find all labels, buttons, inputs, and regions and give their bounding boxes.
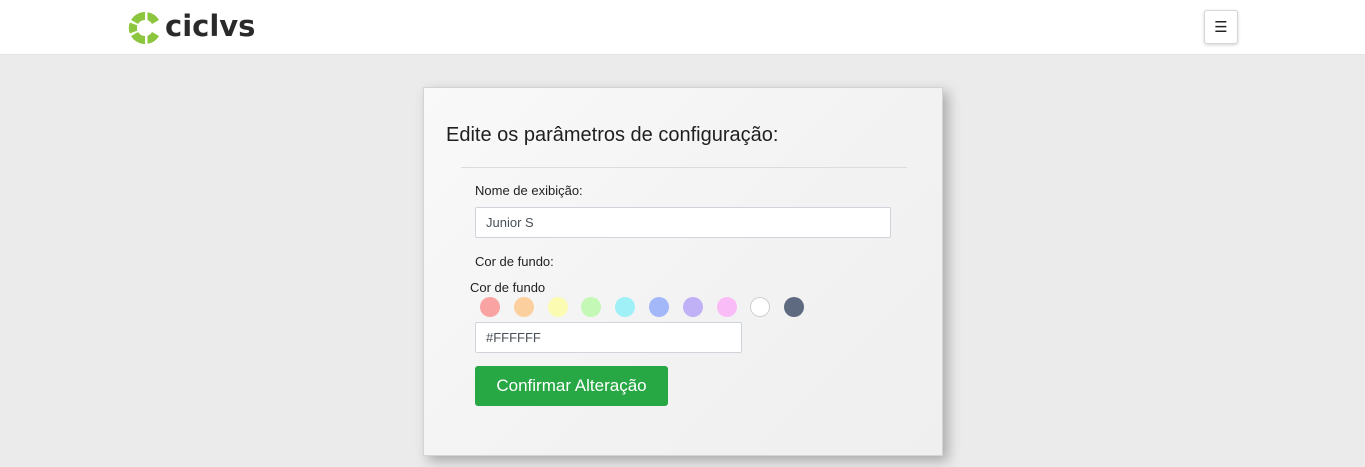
logo-mark-icon [128, 11, 159, 45]
color-swatch[interactable] [717, 297, 737, 317]
color-swatch[interactable] [615, 297, 635, 317]
background-color-label: Cor de fundo: [475, 254, 554, 269]
color-swatch[interactable] [548, 297, 568, 317]
display-name-label: Nome de exibição: [475, 183, 583, 198]
hamburger-icon: ☰ [1214, 19, 1228, 36]
color-swatch[interactable] [649, 297, 669, 317]
color-swatch[interactable] [683, 297, 703, 317]
form-title: Edite os parâmetros de configuração: [446, 124, 779, 146]
background-picker-label: Cor de fundo [470, 280, 546, 295]
top-navbar: ciclvs ☰ [0, 0, 1365, 55]
title-divider [461, 167, 907, 168]
color-swatch[interactable] [784, 297, 804, 317]
ciclvs-logo[interactable]: ciclvs [128, 9, 256, 46]
color-swatch[interactable] [581, 297, 601, 317]
display-name-input[interactable] [475, 207, 891, 238]
hamburger-menu-button[interactable]: ☰ [1204, 10, 1238, 44]
settings-card: Edite os parâmetros de configuração: Nom… [423, 87, 943, 456]
color-swatch[interactable] [750, 297, 770, 317]
color-swatch[interactable] [514, 297, 534, 317]
background-color-input[interactable] [475, 322, 742, 353]
confirm-change-button[interactable]: Confirmar Alteração [475, 366, 668, 406]
logo-text: ciclvs [165, 9, 256, 43]
color-swatch[interactable] [480, 297, 500, 317]
